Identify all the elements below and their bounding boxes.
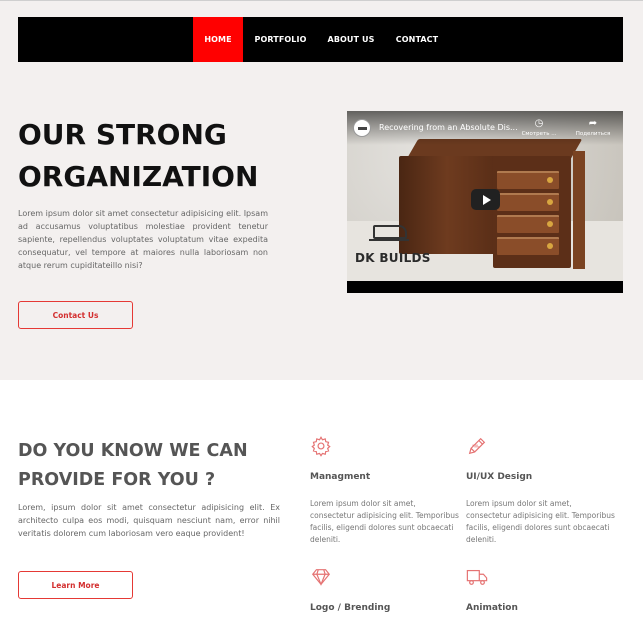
services-title-line-1: DO YOU KNOW WE CAN [18, 441, 248, 461]
services-title: DO YOU KNOW WE CAN PROVIDE FOR YOU ? [18, 437, 288, 495]
video-watermark: DK BUILDS [355, 251, 431, 265]
feature-title: Managment [310, 472, 371, 482]
contact-us-button[interactable]: Contact Us [18, 301, 133, 329]
feature-text: Lorem ipsum dolor sit amet, consectetur … [466, 499, 615, 544]
channel-avatar-icon[interactable] [353, 119, 371, 137]
gear-icon [311, 436, 331, 457]
share-label: Поделиться [575, 131, 611, 137]
hero-section: HOME PORTFOLIO ABOUT US CONTACT OUR STRO… [0, 1, 643, 380]
hero-title-line-2: ORGANIZATION [18, 160, 259, 193]
nav-item-home[interactable]: HOME [193, 17, 243, 62]
services-section: DO YOU KNOW WE CAN PROVIDE FOR YOU ? Lor… [0, 380, 643, 627]
feature-text: Lorem ipsum dolor sit amet, consectetur … [310, 499, 459, 544]
drawer-knob [547, 221, 553, 227]
hero-title-line-1: OUR STRONG [18, 118, 227, 151]
plane-logo-icon [369, 221, 409, 241]
feature-title: Logo / Brending [310, 603, 391, 613]
hero-title: OUR STRONG ORGANIZATION [18, 114, 308, 198]
video-topbar: Recovering from an Absolute Dis... ◷ Смо… [347, 111, 623, 145]
clock-icon: ◷ [534, 118, 544, 129]
drawer-knob [547, 199, 553, 205]
services-description: Lorem, ipsum dolor sit amet consectetur … [18, 503, 280, 538]
feature-title: Animation [466, 603, 518, 613]
watch-later-label: Смотреть ... [521, 131, 557, 137]
pencil-icon [468, 437, 486, 455]
play-icon[interactable] [471, 189, 500, 210]
video-embed[interactable]: DK BUILDS Recovering from an Absolute Di… [347, 111, 623, 293]
truck-icon [466, 569, 488, 585]
learn-more-button[interactable]: Learn More [18, 571, 133, 599]
navbar: HOME PORTFOLIO ABOUT US CONTACT [18, 17, 623, 62]
nav-item-about-us[interactable]: ABOUT US [318, 17, 384, 62]
drawer-knob [547, 177, 553, 183]
chest-door [573, 151, 585, 269]
share-button[interactable]: ➦ Поделиться [573, 118, 613, 138]
video-title[interactable]: Recovering from an Absolute Dis... [379, 123, 519, 132]
drawer-knob [547, 243, 553, 249]
feature-title: UI/UX Design [466, 472, 533, 482]
nav-item-portfolio[interactable]: PORTFOLIO [243, 17, 318, 62]
services-title-line-2: PROVIDE FOR YOU ? [18, 470, 216, 490]
hero-description: Lorem ipsum dolor sit amet consectetur a… [18, 209, 268, 271]
share-icon: ➦ [588, 118, 598, 129]
nav-menu: HOME PORTFOLIO ABOUT US CONTACT [193, 17, 450, 62]
watch-later-button[interactable]: ◷ Смотреть ... [519, 118, 559, 138]
diamond-icon [311, 569, 331, 586]
nav-item-contact[interactable]: CONTACT [384, 17, 450, 62]
